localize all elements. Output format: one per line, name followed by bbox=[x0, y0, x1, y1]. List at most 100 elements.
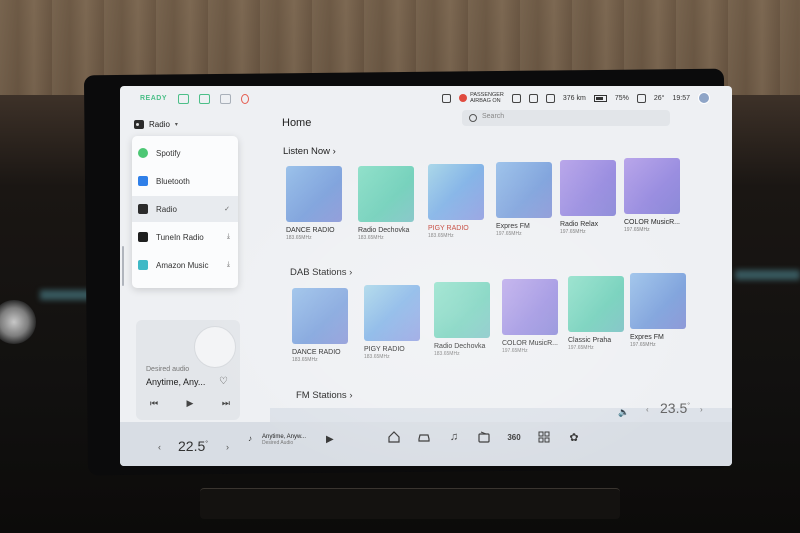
mini-player[interactable]: Desired audio Anytime, Any... ♡ ⏮ ▶ ⏭ bbox=[136, 320, 240, 420]
station-card[interactable]: DANCE RADIO 183.65MHz bbox=[292, 288, 348, 363]
station-artwork bbox=[364, 285, 420, 341]
bluetooth-status-icon bbox=[528, 93, 538, 103]
section-title-label: DAB Stations bbox=[290, 267, 347, 278]
seatbelt-warning-icon bbox=[241, 94, 249, 104]
station-card[interactable]: Radio Relax 197.65MHz bbox=[560, 160, 616, 235]
source-item-radio[interactable]: Radio ✓ bbox=[132, 196, 238, 222]
temp-decrease-right-icon[interactable]: ‹ bbox=[646, 405, 649, 414]
play-icon[interactable]: ▶ bbox=[187, 398, 194, 409]
camera-360-icon[interactable]: 360 bbox=[506, 430, 522, 444]
station-name: Radio Dechovka bbox=[358, 227, 410, 234]
temp-decrease-left-icon[interactable]: ‹ bbox=[158, 442, 161, 452]
station-frequency: 197.65MHz bbox=[624, 227, 650, 233]
section-title-fm-stations[interactable]: FM Stations › bbox=[296, 390, 353, 401]
airbag-icon bbox=[459, 94, 468, 102]
source-item-tunein[interactable]: TuneIn Radio ⤓ bbox=[132, 224, 238, 250]
station-frequency: 197.65MHz bbox=[496, 231, 522, 237]
air-vent bbox=[200, 488, 620, 519]
station-frequency: 183.65MHz bbox=[358, 235, 384, 241]
notification-bell-icon[interactable] bbox=[442, 93, 452, 103]
station-name: Expres FM bbox=[496, 223, 530, 230]
station-card[interactable]: COLOR MusicR... 197.65MHz bbox=[624, 158, 680, 233]
radio-app-icon[interactable] bbox=[476, 430, 492, 444]
ready-indicator: READY bbox=[140, 95, 168, 102]
station-artwork bbox=[434, 282, 490, 338]
status-right: PASSENGER AIRBAG ON 376 km 75% 26° 19:57 bbox=[442, 92, 710, 104]
source-item-label: Bluetooth bbox=[156, 176, 190, 186]
current-source-label: Radio bbox=[149, 120, 170, 129]
station-card[interactable]: PIGY RADIO 183.65MHz bbox=[428, 164, 484, 239]
previous-icon[interactable]: ⏮ bbox=[150, 398, 158, 409]
profile-avatar-icon[interactable] bbox=[698, 92, 710, 104]
passenger-airbag-status: PASSENGER AIRBAG ON bbox=[459, 92, 504, 104]
fan-icon[interactable]: ✿ bbox=[566, 430, 582, 444]
station-name: Expres FM bbox=[630, 334, 664, 341]
temp-increase-right-icon[interactable]: › bbox=[700, 405, 703, 414]
station-frequency: 197.65MHz bbox=[568, 345, 594, 351]
source-item-amazon-music[interactable]: Amazon Music ⤓ bbox=[132, 252, 238, 278]
next-icon[interactable]: ⏭ bbox=[222, 398, 230, 409]
wifi-icon bbox=[545, 93, 555, 103]
source-item-label: Radio bbox=[156, 204, 177, 214]
tunein-icon bbox=[138, 232, 148, 242]
station-artwork bbox=[568, 276, 624, 332]
station-frequency: 183.65MHz bbox=[434, 351, 460, 357]
station-name: PIGY RADIO bbox=[364, 346, 405, 353]
temp-increase-left-icon[interactable]: › bbox=[226, 442, 229, 452]
spotify-icon bbox=[138, 148, 148, 158]
side-scrollbar[interactable] bbox=[122, 246, 124, 286]
search-input[interactable]: Search bbox=[462, 110, 670, 126]
section-title-listen-now[interactable]: Listen Now › bbox=[283, 146, 336, 157]
amazon-music-icon bbox=[138, 260, 148, 270]
clock: 19:57 bbox=[672, 94, 690, 102]
station-artwork bbox=[630, 273, 686, 329]
station-artwork bbox=[358, 166, 414, 222]
station-card[interactable]: Expres FM 197.65MHz bbox=[496, 162, 552, 237]
temp-unit: ° bbox=[205, 440, 209, 448]
right-temperature[interactable]: 23.5° bbox=[660, 400, 690, 416]
mini-player-title: Anytime, Any... bbox=[146, 377, 206, 387]
volume-icon[interactable]: 🔈 bbox=[618, 407, 629, 418]
station-card[interactable]: DANCE RADIO 183.65MHz bbox=[286, 166, 342, 241]
source-item-bluetooth[interactable]: Bluetooth bbox=[132, 168, 238, 194]
station-card[interactable]: Radio Dechovka 183.65MHz bbox=[434, 282, 490, 357]
station-card[interactable]: Radio Dechovka 183.65MHz bbox=[358, 166, 414, 241]
apps-grid-icon[interactable] bbox=[536, 430, 552, 444]
station-frequency: 183.65MHz bbox=[364, 354, 390, 360]
temp-unit: ° bbox=[687, 402, 691, 410]
mini-player-subtitle: Desired audio bbox=[146, 366, 190, 373]
station-name: COLOR MusicR... bbox=[502, 340, 559, 347]
camera-status-icon bbox=[220, 94, 231, 104]
heart-icon[interactable]: ♡ bbox=[219, 376, 228, 387]
station-name: PIGY RADIO bbox=[428, 225, 469, 232]
station-artwork bbox=[502, 279, 558, 335]
station-card[interactable]: COLOR MusicR... 197.65MHz bbox=[502, 279, 558, 354]
station-name: Radio Dechovka bbox=[434, 343, 486, 350]
check-icon: ✓ bbox=[224, 206, 230, 213]
car-icon[interactable] bbox=[416, 430, 432, 444]
station-artwork bbox=[624, 158, 680, 214]
chevron-right-icon: › bbox=[349, 267, 353, 278]
play-icon[interactable]: ▶ bbox=[326, 434, 334, 445]
section-title-dab-stations[interactable]: DAB Stations › bbox=[290, 267, 352, 278]
radio-icon bbox=[138, 204, 148, 214]
left-temperature[interactable]: 22.5° bbox=[178, 438, 208, 454]
music-note-icon: ♪ bbox=[248, 434, 252, 443]
station-frequency: 197.65MHz bbox=[502, 348, 528, 354]
download-icon[interactable]: ⤓ bbox=[227, 233, 230, 241]
search-icon bbox=[469, 114, 477, 122]
range-value: 376 km bbox=[562, 94, 586, 102]
source-item-spotify[interactable]: Spotify bbox=[132, 140, 238, 166]
airbag-text: PASSENGER AIRBAG ON bbox=[470, 92, 504, 104]
station-frequency: 183.65MHz bbox=[292, 357, 318, 363]
station-card[interactable]: Expres FM 197.65MHz bbox=[630, 273, 686, 348]
station-artwork bbox=[292, 288, 348, 344]
source-selector[interactable]: Radio ▾ bbox=[134, 120, 178, 129]
station-artwork bbox=[286, 166, 342, 222]
dock-media-info[interactable]: Anytime, Anyw... Desired Audio bbox=[262, 434, 306, 446]
home-icon[interactable] bbox=[386, 430, 402, 444]
station-card[interactable]: Classic Praha 197.65MHz bbox=[568, 276, 624, 351]
music-icon[interactable]: ♫ bbox=[446, 430, 462, 444]
station-card[interactable]: PIGY RADIO 183.65MHz bbox=[364, 285, 420, 360]
download-icon[interactable]: ⤓ bbox=[227, 261, 230, 269]
